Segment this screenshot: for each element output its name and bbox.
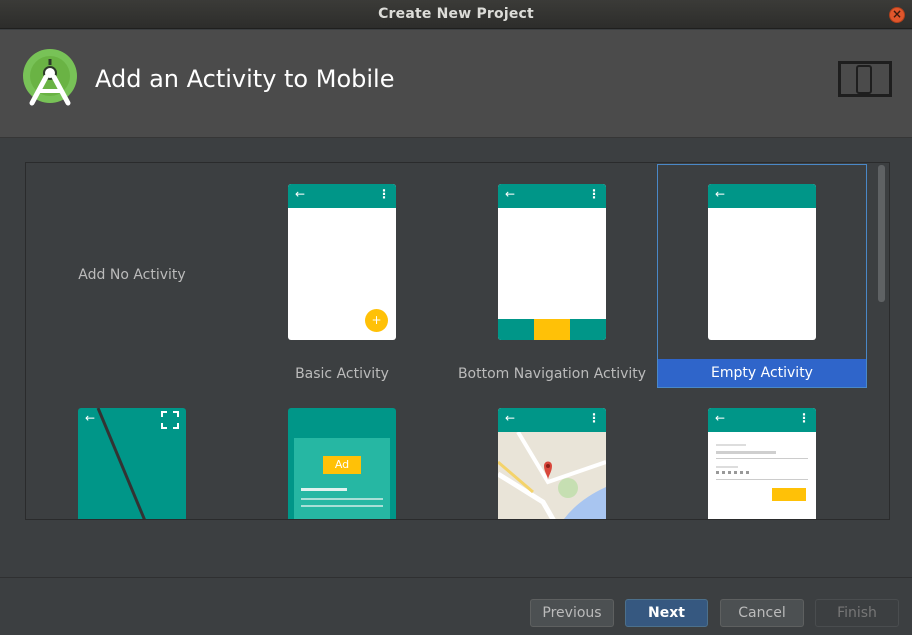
text-line [301,505,383,507]
tile-label: Bottom Navigation Activity [457,366,647,382]
diagonal-line-icon [96,408,179,519]
overflow-menu-icon: ⋮ [798,411,810,425]
maps-preview: ← ⋮ [498,408,606,519]
overflow-menu-icon: ⋮ [378,187,390,201]
app-bar: ← ⋮ [288,184,396,208]
previous-button[interactable]: Previous [530,599,614,627]
overflow-menu-icon: ⋮ [588,411,600,425]
bottom-nav-bar [498,319,606,340]
empty-activity-preview: ← [708,184,816,340]
wizard-footer: Previous Next Cancel Finish [0,577,912,635]
plus-icon: + [371,313,382,327]
tile-maps-activity[interactable]: ← ⋮ [447,387,657,519]
ad-card: Ad [294,438,390,519]
wizard-header: Add an Activity to Mobile [0,30,912,138]
back-arrow-icon: ← [715,411,726,425]
close-icon: × [891,7,903,21]
bottom-navigation-preview: ← ⋮ [498,184,606,340]
finish-button: Finish [815,599,899,627]
tile-empty-activity[interactable]: ← Empty Activity [657,164,867,388]
admob-preview: Ad [288,408,396,519]
title-bar: Create New Project × [0,0,912,29]
tile-bottom-navigation-activity[interactable]: ← ⋮ Bottom Navigation Activity [447,163,657,387]
tile-login-activity[interactable]: ← ⋮ [657,387,867,519]
tile-label: Basic Activity [295,366,389,382]
scrollbar-thumb[interactable] [878,165,885,302]
tile-add-no-activity[interactable]: Add No Activity [27,163,237,387]
close-window-button[interactable]: × [889,7,905,23]
email-field-line [716,444,746,446]
back-arrow-icon: ← [505,411,516,425]
next-button[interactable]: Next [625,599,708,627]
text-line [301,498,383,500]
map-icon [498,432,606,519]
login-preview: ← ⋮ [708,408,816,519]
back-arrow-icon: ← [505,187,516,201]
sign-in-button [772,488,806,501]
phone-tablet-icon [838,61,892,97]
gallery-scrollbar[interactable] [875,163,889,519]
page-title: Add an Activity to Mobile [95,65,395,93]
tile-label: Add No Activity [78,267,186,283]
fab-icon: + [365,309,388,332]
app-bar: ← ⋮ [498,184,606,208]
overflow-menu-icon: ⋮ [588,187,600,201]
app-bar: ← ⋮ [498,408,606,432]
cancel-label: Cancel [738,605,786,621]
email-field-underline [716,458,808,459]
back-arrow-icon: ← [295,187,306,201]
activity-gallery[interactable]: Add No Activity ← ⋮ + Basic Activity ← ⋮… [25,162,890,520]
tile-basic-activity[interactable]: ← ⋮ + Basic Activity [237,163,447,387]
fullscreen-preview: ← [78,408,186,519]
basic-activity-preview: ← ⋮ + [288,184,396,340]
back-arrow-icon: ← [715,187,726,201]
tile-fullscreen-activity[interactable]: ← [27,387,237,519]
finish-label: Finish [837,605,877,621]
password-field-underline [716,479,808,480]
next-label: Next [648,605,685,621]
ad-badge: Ad [323,456,361,474]
tile-label: Empty Activity [658,359,866,387]
android-studio-logo-icon [23,49,77,106]
bottom-nav-selected-item [534,319,570,340]
password-field-line [716,466,738,468]
app-bar: ← [708,184,816,208]
app-bar: ← ⋮ [708,408,816,432]
email-field-line [716,451,776,454]
password-dots [716,471,750,474]
previous-label: Previous [542,605,602,621]
cancel-button[interactable]: Cancel [720,599,804,627]
tile-admob-activity[interactable]: Ad [237,387,447,519]
window-title: Create New Project [378,6,534,22]
text-line [301,488,347,491]
